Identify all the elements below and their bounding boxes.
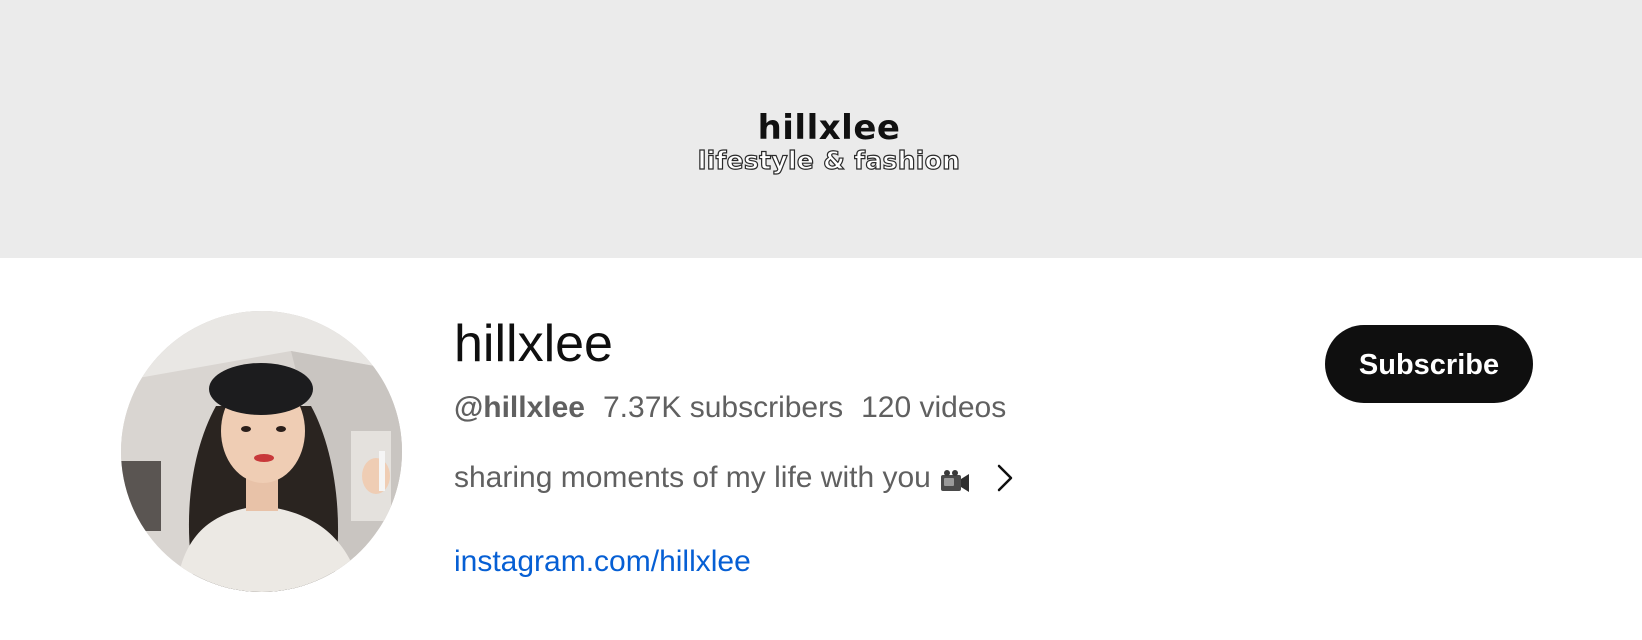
channel-avatar[interactable]: [121, 311, 402, 592]
channel-banner: hillxlee lifestyle & fashion: [0, 0, 1642, 258]
channel-name: hillxlee: [454, 315, 613, 373]
description-text: sharing moments of my life with you: [454, 461, 931, 494]
channel-meta: @hillxlee 7.37K subscribers 120 videos: [454, 388, 1006, 428]
banner-title: hillxlee: [757, 108, 901, 148]
video-camera-icon: [939, 466, 971, 492]
subscriber-count: 7.37K subscribers: [602, 391, 844, 424]
video-count: 120 videos: [861, 391, 1007, 424]
avatar-photo: [121, 311, 402, 592]
channel-description[interactable]: sharing moments of my life with you: [454, 458, 1017, 498]
chevron-right-icon[interactable]: [993, 461, 1017, 495]
instagram-link[interactable]: instagram.com/hillxlee: [454, 542, 751, 582]
channel-handle: @hillxlee: [454, 391, 585, 424]
banner-subtitle: lifestyle & fashion: [697, 145, 961, 175]
subscribe-button[interactable]: Subscribe: [1325, 325, 1533, 403]
